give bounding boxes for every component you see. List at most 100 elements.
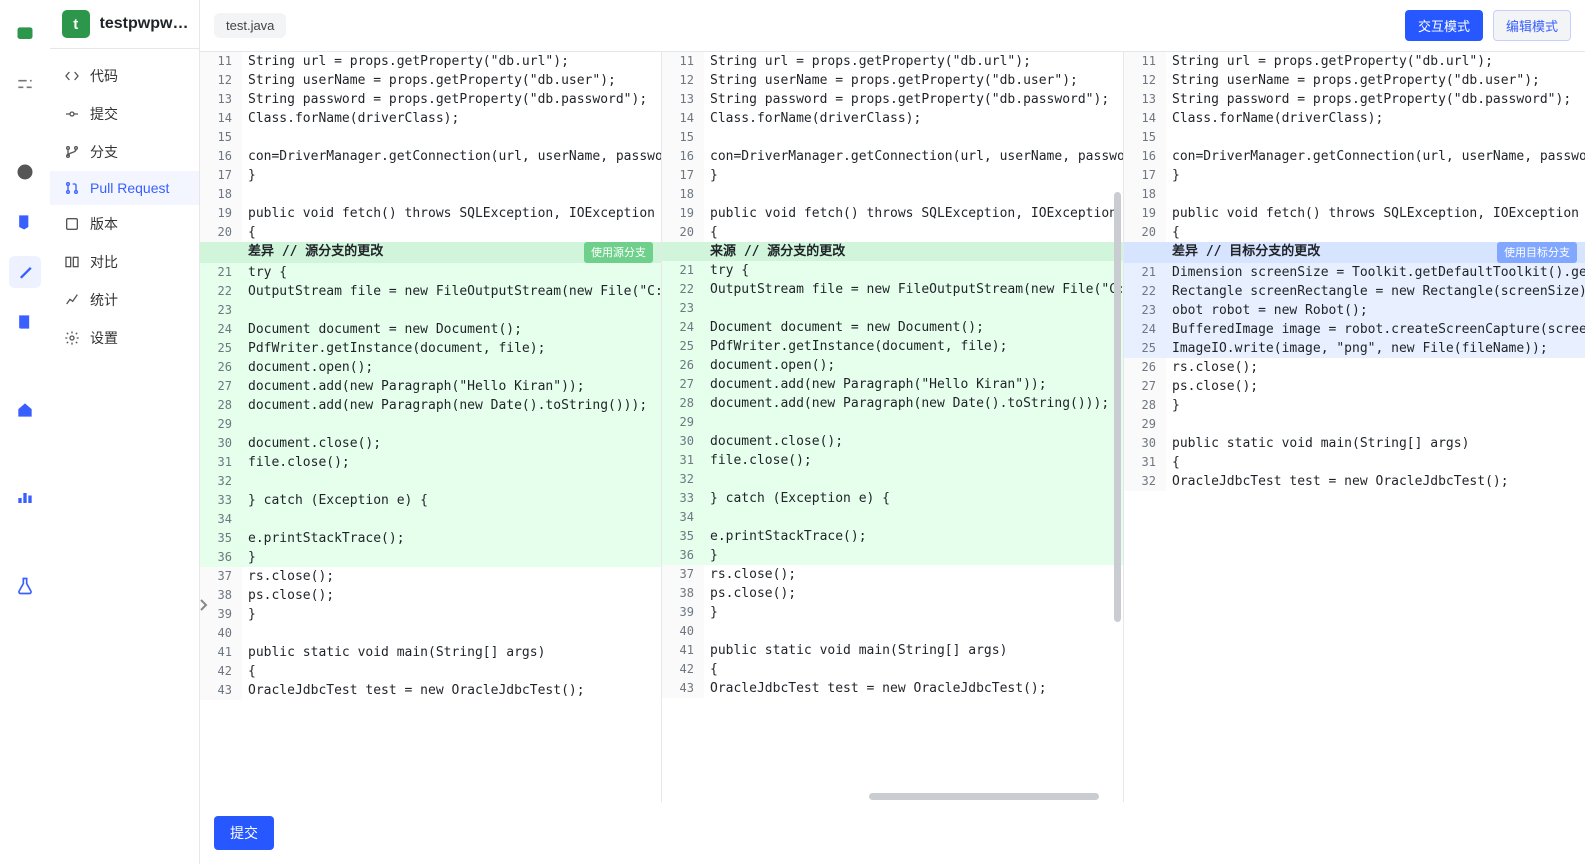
line-number: 11 [200, 52, 242, 71]
use-branch-badge[interactable]: 使用源分支 [584, 242, 653, 263]
file-tab[interactable]: test.java [214, 13, 286, 38]
diff-separator: 差异 // 目标分支的更改使用目标分支 [1124, 242, 1585, 263]
nav-compare[interactable]: 对比 [50, 243, 199, 281]
code-line: 26rs.close(); [1124, 358, 1585, 377]
code-line: 27 document.add(new Paragraph("Hello Kir… [200, 377, 661, 396]
code-line: 34 [200, 510, 661, 529]
book-icon[interactable] [9, 306, 41, 338]
home-icon[interactable] [9, 394, 41, 426]
horizontal-scrollbar[interactable] [869, 793, 1099, 800]
chat-icon[interactable] [9, 18, 41, 50]
code-text [242, 185, 248, 204]
code-line: 40 [200, 624, 661, 643]
nav-version[interactable]: 版本 [50, 205, 199, 243]
code-text: { [704, 660, 718, 679]
code-text: ps.close(); [704, 584, 796, 603]
interactive-mode-button[interactable]: 交互模式 [1405, 10, 1483, 41]
line-number: 26 [662, 356, 704, 375]
code-text: { [242, 223, 256, 242]
sidebar-toggle[interactable] [195, 590, 211, 620]
code-line: 34 [662, 508, 1123, 527]
code-text: { [704, 223, 718, 242]
chart-icon[interactable] [9, 482, 41, 514]
code-text: e.printStackTrace(); [704, 527, 867, 546]
repo-header[interactable]: t testpwpw… [50, 0, 199, 49]
code-text: document.open(); [704, 356, 835, 375]
line-number: 15 [662, 128, 704, 147]
code-line: 18 [1124, 185, 1585, 204]
code-text: document.add(new Paragraph(new Date().to… [704, 394, 1109, 413]
code-text [242, 128, 248, 147]
line-number: 33 [200, 491, 242, 510]
code-line: 23 [200, 301, 661, 320]
nav-pull-request[interactable]: Pull Request [50, 171, 199, 205]
nav-code[interactable]: 代码 [50, 57, 199, 95]
line-number: 38 [662, 584, 704, 603]
nav-branch[interactable]: 分支 [50, 133, 199, 171]
code-text: String url = props.getProperty("db.url")… [1166, 52, 1493, 71]
line-number: 27 [200, 377, 242, 396]
adjust-icon[interactable] [9, 68, 41, 100]
line-number: 28 [662, 394, 704, 413]
line-number: 14 [200, 109, 242, 128]
line-number: 13 [662, 90, 704, 109]
code-text: document.close(); [704, 432, 843, 451]
line-number: 15 [1124, 128, 1166, 147]
code-text: } catch (Exception e) { [704, 489, 890, 508]
shield-icon[interactable] [9, 206, 41, 238]
line-number: 27 [1124, 377, 1166, 396]
line-number: 25 [1124, 339, 1166, 358]
diff-pane-right[interactable]: 11String url = props.getProperty("db.url… [1124, 52, 1585, 802]
line-number: 26 [1124, 358, 1166, 377]
diff-pane-left[interactable]: 11String url = props.getProperty("db.url… [200, 52, 662, 802]
line-number: 18 [1124, 185, 1166, 204]
code-line: 26 document.open(); [662, 356, 1123, 375]
code-line: 31 file.close(); [662, 451, 1123, 470]
code-line: 28 document.add(new Paragraph(new Date()… [662, 394, 1123, 413]
use-branch-badge[interactable]: 使用目标分支 [1497, 242, 1577, 263]
diff-separator: 差异 // 源分支的更改使用源分支 [200, 242, 661, 263]
code-line: 38ps.close(); [662, 584, 1123, 603]
code-line: 23 [662, 299, 1123, 318]
nav-pr-label: Pull Request [90, 180, 169, 196]
code-line: 32 [200, 472, 661, 491]
code-line: 26 document.open(); [200, 358, 661, 377]
nav-compare-label: 对比 [90, 252, 118, 272]
nav-settings[interactable]: 设置 [50, 319, 199, 357]
code-text: } [242, 166, 256, 185]
line-number: 22 [200, 282, 242, 301]
nav-commit[interactable]: 提交 [50, 95, 199, 133]
line-number: 20 [662, 223, 704, 242]
feather-icon[interactable] [9, 256, 41, 288]
code-text: public static void main(String[] args) [1166, 434, 1469, 453]
submit-button[interactable]: 提交 [214, 816, 274, 850]
code-text: Class.forName(driverClass); [242, 109, 459, 128]
code-text: rs.close(); [242, 567, 334, 586]
code-text: obot robot = new Robot(); [1166, 301, 1368, 320]
code-line: 11String url = props.getProperty("db.url… [1124, 52, 1585, 71]
code-text [704, 413, 710, 432]
code-line: 12String userName = props.getProperty("d… [1124, 71, 1585, 90]
vertical-scrollbar[interactable] [1114, 192, 1121, 622]
code-text: String url = props.getProperty("db.url")… [704, 52, 1031, 71]
github-icon[interactable] [9, 156, 41, 188]
line-number: 17 [200, 166, 242, 185]
code-text: document.add(new Paragraph("Hello Kiran"… [242, 377, 585, 396]
line-number: 35 [200, 529, 242, 548]
code-line: 22 OutputStream file = new FileOutputStr… [200, 282, 661, 301]
line-number: 15 [200, 128, 242, 147]
code-text: document.open(); [242, 358, 373, 377]
flask-icon[interactable] [9, 570, 41, 602]
line-number: 24 [1124, 320, 1166, 339]
code-text: PdfWriter.getInstance(document, file); [242, 339, 545, 358]
line-number: 22 [1124, 282, 1166, 301]
nav-stats[interactable]: 统计 [50, 281, 199, 319]
code-text [1166, 128, 1172, 147]
line-number: 34 [200, 510, 242, 529]
edit-mode-button[interactable]: 编辑模式 [1493, 10, 1571, 41]
diff-pane-middle[interactable]: 11String url = props.getProperty("db.url… [662, 52, 1124, 802]
code-line: 19public void fetch() throws SQLExceptio… [662, 204, 1123, 223]
code-text: rs.close(); [1166, 358, 1258, 377]
code-text: public static void main(String[] args) [704, 641, 1007, 660]
code-line: 22 OutputStream file = new FileOutputStr… [662, 280, 1123, 299]
